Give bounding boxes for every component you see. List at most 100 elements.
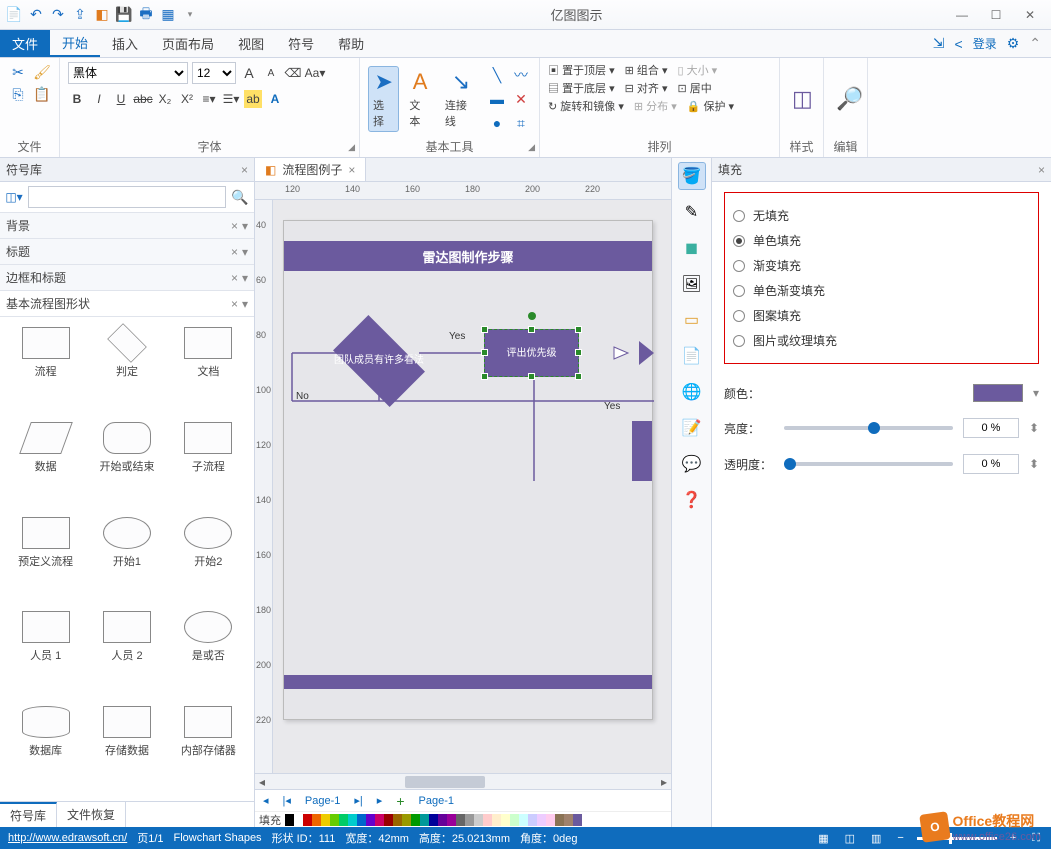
shape-开始或结束[interactable]: 开始或结束 [87,418,166,511]
page-first[interactable]: |◂ [279,794,295,807]
star-shape-icon[interactable]: ✕ [511,89,531,109]
fill-option-4[interactable]: 图案填充 [733,303,1030,328]
undo-icon[interactable]: ↶ [26,5,46,25]
shadow-tool-icon[interactable]: ◼ [678,234,706,262]
layer-tool-icon[interactable]: ▭ [678,306,706,334]
fill-tool-icon[interactable]: 🪣 [678,162,706,190]
login-button[interactable]: 登录 [973,35,997,52]
to-front-button[interactable]: ▣ 置于顶层 ▾ [548,62,615,78]
swatch[interactable] [492,814,501,826]
tab-symbols[interactable]: 符号库 [0,802,57,827]
tab-help[interactable]: 帮助 [326,30,376,57]
opacity-value[interactable]: 0 % [963,454,1019,474]
doc-close-icon[interactable]: × [348,163,355,177]
export-icon[interactable]: ⇪ [70,5,90,25]
page-tool-icon[interactable]: 📄 [678,342,706,370]
tab-symbol[interactable]: 符号 [276,30,326,57]
line-shape-icon[interactable]: ╲ [487,65,507,85]
color-dropdown-icon[interactable]: ▾ [1033,386,1039,400]
font-launcher-icon[interactable]: ◢ [348,142,355,153]
brightness-stepper[interactable]: ⬍ [1029,421,1039,435]
rect-shape-icon[interactable]: ▬ [487,89,507,109]
line-spacing-icon[interactable]: ≡▾ [200,90,218,108]
swatch[interactable] [537,814,546,826]
swatch[interactable] [375,814,384,826]
swatch[interactable] [429,814,438,826]
align-button[interactable]: ⊟ 对齐 ▾ [625,80,668,96]
shape-数据库[interactable]: 数据库 [6,702,85,795]
bullets-icon[interactable]: ☰▾ [222,90,240,108]
fill-option-0[interactable]: 无填充 [733,203,1030,228]
save-icon[interactable]: 💾 [114,5,134,25]
shape-判定[interactable]: 判定 [87,323,166,416]
to-back-button[interactable]: ▤ 置于底层 ▾ [548,80,615,96]
view-mode-1[interactable]: ▦ [815,832,831,845]
increase-font-icon[interactable]: A [240,64,258,82]
options-icon[interactable]: ▦ [158,5,178,25]
search-icon[interactable]: 🔍 [230,187,250,207]
group-button[interactable]: ⊞ 组合 ▾ [625,62,668,78]
swatch[interactable] [402,814,411,826]
panel-close-icon[interactable]: × [241,163,248,177]
swatch[interactable] [312,814,321,826]
format-painter-icon[interactable]: 🖌 [32,62,52,82]
swatch[interactable] [357,814,366,826]
shape-内部存储器[interactable]: 内部存储器 [169,702,248,795]
swatch[interactable] [465,814,474,826]
shape-人员 2[interactable]: 人员 2 [87,607,166,700]
maximize-button[interactable]: ☐ [983,5,1009,25]
subscript-button[interactable]: X₂ [156,90,174,108]
fill-option-1[interactable]: 单色填充 [733,228,1030,253]
page-tab-2[interactable]: Page-1 [415,795,458,807]
category-flowchart[interactable]: 基本流程图形状×▾ [0,291,254,317]
fill-panel-close-icon[interactable]: × [1038,163,1045,177]
tools-launcher-icon[interactable]: ◢ [528,142,535,153]
swatch[interactable] [474,814,483,826]
status-url[interactable]: http://www.edrawsoft.cn/ [8,832,127,844]
copy-icon[interactable]: ⎘ [8,84,28,104]
print-icon[interactable]: 🖶 [136,5,156,25]
swatch[interactable] [411,814,420,826]
fill-option-2[interactable]: 渐变填充 [733,253,1030,278]
footer-bar[interactable] [284,675,652,689]
case-icon[interactable]: Aa▾ [306,64,324,82]
page-prev[interactable]: ◂ [259,794,273,807]
canvas-scroll[interactable]: 雷达图制作步骤 团队成员有许多看法 Yes Yes No [273,200,671,773]
swatch[interactable] [519,814,528,826]
selected-process-shape[interactable]: 评出优先级 [484,329,579,377]
picture-tool-icon[interactable]: 🖼 [678,270,706,298]
text-tool-button[interactable]: A 文本 [405,67,434,131]
web-tool-icon[interactable]: 🌐 [678,378,706,406]
swatch[interactable] [339,814,348,826]
center-button[interactable]: ⊡ 居中 [678,80,712,96]
category-border[interactable]: 边框和标题×▾ [0,265,254,291]
swatch[interactable] [420,814,429,826]
share-button[interactable]: < [955,36,963,52]
paste-icon[interactable]: 📋 [32,84,52,104]
doc-tab[interactable]: ◧ 流程图例子 × [255,158,366,181]
distribute-button[interactable]: ⊞ 分布 ▾ [634,98,677,114]
export-button[interactable]: ⇲ [933,35,945,52]
settings-icon[interactable]: ⚙ [1007,35,1020,52]
tab-insert[interactable]: 插入 [100,30,150,57]
category-background[interactable]: 背景×▾ [0,213,254,239]
swatch[interactable] [438,814,447,826]
tab-layout[interactable]: 页面布局 [150,30,226,57]
select-tool-button[interactable]: ➤ 选择 [368,66,399,132]
swatch[interactable] [510,814,519,826]
symbol-search-input[interactable] [28,186,226,208]
swatch[interactable] [447,814,456,826]
highlight-icon[interactable]: ab [244,90,262,108]
collapse-ribbon-icon[interactable]: ⌃ [1029,35,1041,52]
new-file-icon[interactable]: 📄 [4,5,24,25]
tab-start[interactable]: 开始 [50,30,100,57]
connector-tool-button[interactable]: ↘ 连接线 [441,67,481,131]
qat-dropdown-icon[interactable]: ▾ [180,5,200,25]
close-button[interactable]: ✕ [1017,5,1043,25]
swatch[interactable] [393,814,402,826]
page-next[interactable]: ▸| [350,794,366,807]
font-size-select[interactable]: 12 [192,62,236,84]
tab-recovery[interactable]: 文件恢复 [57,802,126,827]
view-mode-3[interactable]: ▥ [868,832,884,845]
shapes-icon[interactable]: ◧ [92,5,112,25]
